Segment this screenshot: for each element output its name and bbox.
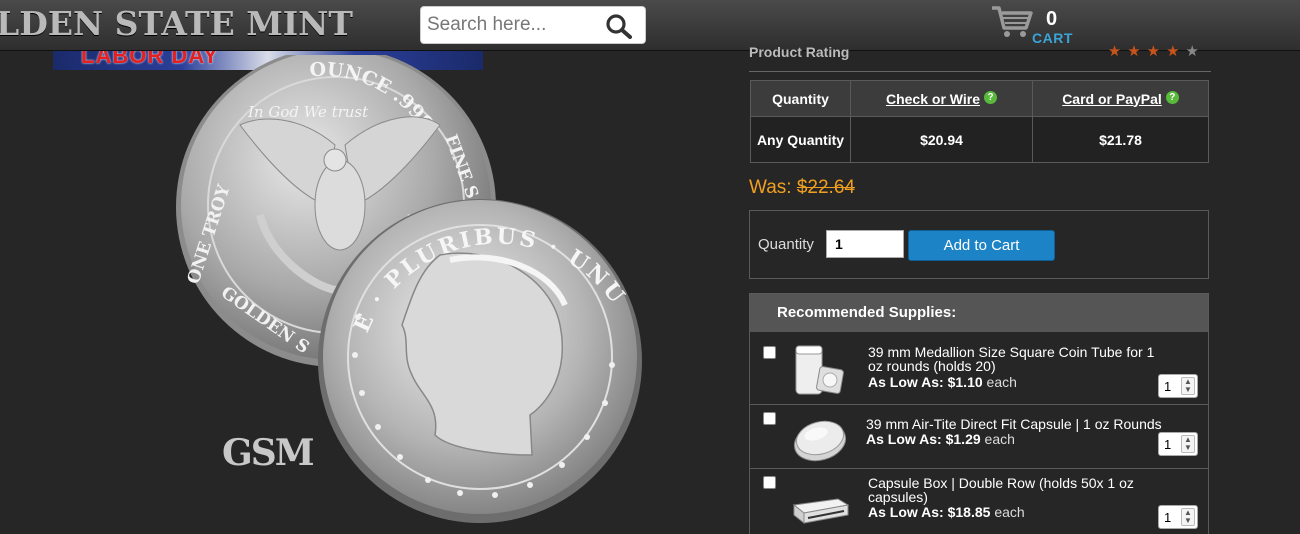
list-item: Capsule Box | Double Row (holds 50x 1 oz…	[750, 469, 1208, 534]
stepper-arrows-icon[interactable]: ▲ ▼	[1181, 435, 1195, 453]
list-item: 39 mm Air-Tite Direct Fit Capsule | 1 oz…	[750, 405, 1208, 469]
supply-checkbox[interactable]	[763, 346, 776, 359]
star-icon[interactable]: ★	[1147, 43, 1166, 60]
supplies-heading: Recommended Supplies:	[750, 294, 1208, 332]
stepper-arrows-icon[interactable]: ▲ ▼	[1181, 377, 1195, 395]
price-table: Quantity Check or Wire? Card or PayPal? …	[750, 80, 1209, 163]
star-icon[interactable]: ★	[1186, 43, 1205, 60]
recommended-supplies: Recommended Supplies: 39 mm Medallion Si…	[749, 293, 1209, 534]
help-icon[interactable]: ?	[1165, 90, 1179, 104]
rating-stars[interactable]: ★★★★★	[1108, 42, 1205, 60]
quantity-stepper[interactable]: 1 ▲ ▼	[1158, 432, 1198, 456]
cart-icon[interactable]	[990, 4, 1034, 40]
list-item: 39 mm Medallion Size Square Coin Tube fo…	[750, 332, 1208, 405]
price-table-header: Quantity Check or Wire? Card or PayPal?	[750, 80, 1209, 117]
was-price: Was: $22.64	[749, 177, 855, 198]
add-to-cart-button[interactable]: Add to Cart	[908, 230, 1055, 261]
quantity-stepper[interactable]: 1 ▲ ▼	[1158, 505, 1198, 529]
old-price: $22.64	[796, 177, 855, 198]
col-quantity: Quantity	[750, 80, 851, 117]
search-input[interactable]	[427, 10, 597, 40]
table-row: Any Quantity $20.94 $21.78	[750, 116, 1209, 163]
quantity-label: Quantity	[758, 236, 814, 253]
coin-tube-icon[interactable]	[788, 340, 852, 398]
quantity-stepper[interactable]: 1 ▲ ▼	[1158, 374, 1198, 398]
star-icon[interactable]: ★	[1108, 43, 1127, 60]
stepper-arrows-icon[interactable]: ▲ ▼	[1181, 508, 1195, 526]
help-icon[interactable]: ?	[984, 90, 997, 104]
gsm-watermark: GSM	[222, 432, 315, 474]
supply-title[interactable]: 39 mm Medallion Size Square Coin Tube fo…	[868, 345, 1168, 373]
supply-checkbox[interactable]	[763, 476, 776, 489]
product-rating: Product Rating ★★★★★	[749, 38, 1211, 72]
quantity-input[interactable]	[826, 230, 904, 258]
col-check-or-wire[interactable]: Check or Wire?	[850, 80, 1033, 117]
svg-text:In God We trust: In God We trust	[247, 103, 369, 121]
supply-title[interactable]: Capsule Box | Double Row (holds 50x 1 oz…	[868, 476, 1168, 504]
supply-price: As Low As: $18.85 each	[868, 504, 1025, 520]
row-quantity: Any Quantity	[750, 116, 851, 163]
capsule-box-icon[interactable]	[788, 475, 852, 533]
supply-price: As Low As: $1.10 each	[868, 374, 1017, 390]
star-icon[interactable]: ★	[1166, 43, 1185, 60]
capsule-icon[interactable]	[788, 408, 852, 466]
search-box[interactable]	[420, 6, 646, 44]
supply-title[interactable]: 39 mm Air-Tite Direct Fit Capsule | 1 oz…	[866, 417, 1166, 431]
supply-price: As Low As: $1.29 each	[866, 431, 1015, 447]
cart-count: 0	[1046, 8, 1058, 30]
rating-label: Product Rating	[749, 44, 850, 60]
row-card-price: $21.78	[1032, 116, 1209, 163]
col-card-or-paypal[interactable]: Card or PayPal?	[1032, 80, 1209, 117]
order-box: Quantity Add to Cart	[749, 210, 1209, 279]
search-icon[interactable]	[605, 13, 633, 39]
row-check-price: $20.94	[850, 116, 1033, 163]
star-icon[interactable]: ★	[1127, 43, 1146, 60]
supply-checkbox[interactable]	[763, 412, 776, 425]
site-logo[interactable]: LDEN STATE MINT	[0, 4, 353, 43]
